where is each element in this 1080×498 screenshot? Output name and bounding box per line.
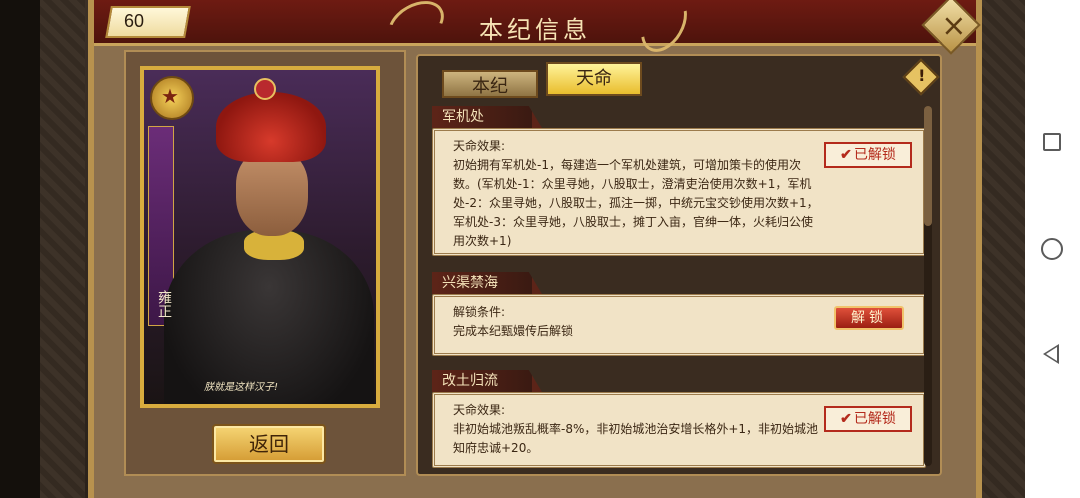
system-nav-bar [1025, 0, 1080, 498]
section-junjichu: 军机处 天命效果: 初始拥有军机处-1，每建造一个军机处建筑，可增加策卡的使用次… [432, 106, 926, 256]
info-window: 60 本纪信息 × ★ 雍正 朕就是这样汉子! 返回 本纪 天命 ! 军机处 天… [88, 0, 982, 498]
unlocked-stamp: ✔ 已解锁 [824, 142, 912, 168]
effect-label: 天命效果: [453, 403, 506, 417]
scrollbar[interactable] [924, 106, 932, 466]
section-gaitu: 改土归流 天命效果: 非初始城池叛乱概率-8%，非初始城池治安增长格外+1，非初… [432, 370, 926, 470]
effect-text: 初始拥有军机处-1，每建造一个军机处建筑，可增加策卡的使用次数。(军机处-1：众… [453, 158, 819, 248]
scrollbar-thumb[interactable] [924, 106, 932, 226]
outer-border [0, 0, 40, 498]
circle-icon[interactable] [1041, 238, 1063, 260]
portrait-face [236, 150, 308, 236]
square-icon[interactable] [1043, 133, 1061, 151]
warning-icon[interactable]: ! [902, 58, 940, 96]
unlock-button[interactable]: 解锁 [834, 306, 904, 330]
level-badge [105, 6, 191, 38]
portrait-vertical-name: 雍正 [156, 290, 172, 318]
window-header: 60 本纪信息 × [94, 0, 981, 60]
section-title: 兴渠禁海 [432, 272, 542, 294]
back-button[interactable]: 返回 [212, 424, 326, 464]
level-value: 60 [124, 11, 145, 31]
section-title: 军机处 [432, 106, 542, 128]
portrait-hat-jewel [254, 78, 276, 100]
tab-destiny[interactable]: 天命 [546, 62, 642, 96]
tab-annals[interactable]: 本纪 [442, 70, 538, 98]
portrait-hat [216, 92, 326, 162]
condition-label: 解锁条件: [453, 305, 506, 319]
condition-text: 完成本纪甄嬛传后解锁 [453, 324, 574, 338]
dragon-emblem-icon: ★ [150, 76, 194, 120]
effect-label: 天命效果: [453, 139, 506, 153]
check-icon: ✔ [840, 411, 852, 427]
section-xingqu: 兴渠禁海 解锁条件: 完成本纪甄嬛传后解锁 解锁 [432, 272, 926, 356]
unlocked-stamp: ✔ 已解锁 [824, 406, 912, 432]
left-decoration [40, 0, 85, 498]
game-screen: 60 本纪信息 × ★ 雍正 朕就是这样汉子! 返回 本纪 天命 ! 军机处 天… [0, 0, 1027, 498]
ornament-left [380, 0, 452, 57]
check-icon: ✔ [840, 147, 852, 163]
character-portrait: ★ 雍正 朕就是这样汉子! [140, 66, 380, 408]
page-title: 本纪信息 [479, 16, 591, 44]
status-text: 已解锁 [853, 147, 896, 163]
triangle-back-icon[interactable] [1043, 344, 1059, 364]
close-icon: × [941, 8, 967, 44]
portrait-caption: 朕就是这样汉子! [204, 382, 279, 393]
close-button[interactable]: × [921, 0, 981, 55]
details-panel: 本纪 天命 ! 军机处 天命效果: 初始拥有军机处-1，每建造一个军机处建筑，可… [416, 54, 942, 476]
right-decoration [982, 0, 1027, 498]
effect-text: 非初始城池叛乱概率-8%，非初始城池治安增长格外+1，非初始城池知府忠诚+20。 [453, 422, 819, 455]
ornament-right [631, 0, 697, 60]
status-text: 已解锁 [853, 411, 896, 427]
section-title: 改土归流 [432, 370, 542, 392]
portrait-panel: ★ 雍正 朕就是这样汉子! 返回 [124, 50, 406, 476]
